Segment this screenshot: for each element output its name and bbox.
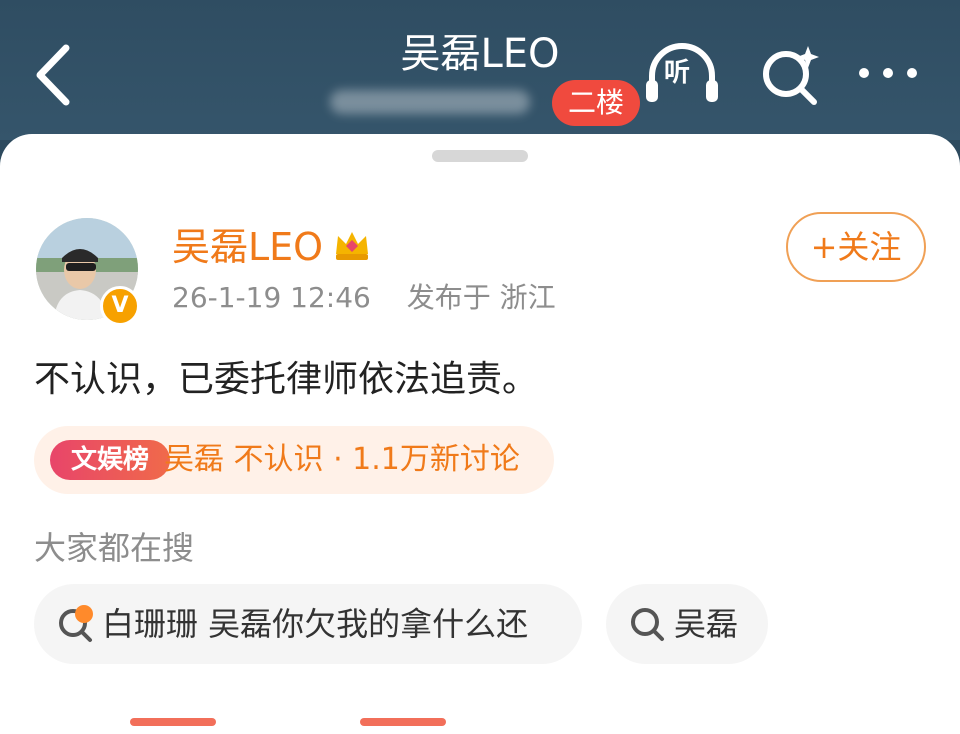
post-timestamp: 26-1-19 12:46 bbox=[172, 281, 371, 314]
search-button[interactable] bbox=[758, 42, 822, 106]
search-chip[interactable]: 白珊珊 吴磊你欠我的拿什么还 bbox=[34, 584, 582, 664]
more-button[interactable] bbox=[856, 58, 920, 88]
listen-button[interactable]: 听 bbox=[644, 42, 720, 106]
topic-text: 吴磊 不认识 · 1.1万新讨论 bbox=[164, 442, 520, 477]
search-chip-label: 吴磊 bbox=[674, 605, 739, 643]
post-location: 发布于 浙江 bbox=[406, 281, 556, 314]
listen-label: 听 bbox=[664, 58, 691, 88]
chevron-left-icon bbox=[36, 44, 70, 106]
search-chip-label: 白珊珊 吴磊你欠我的拿什么还 bbox=[102, 605, 529, 643]
search-sparkle-icon bbox=[763, 46, 819, 105]
drag-handle[interactable] bbox=[432, 150, 528, 162]
back-button[interactable] bbox=[30, 40, 86, 110]
hot-search-icon bbox=[59, 605, 93, 642]
page-title: 吴磊LEO bbox=[400, 31, 560, 77]
search-chip[interactable]: 吴磊 bbox=[606, 584, 768, 664]
more-dots-icon bbox=[859, 68, 917, 78]
next-content-peek bbox=[360, 718, 446, 726]
trending-topic-pill[interactable]: 文娱榜 吴磊 不认识 · 1.1万新讨论 bbox=[34, 426, 554, 494]
floor-badge[interactable]: 二楼 bbox=[552, 80, 640, 126]
author-name[interactable]: 吴磊LEO bbox=[172, 222, 323, 272]
crown-icon bbox=[336, 232, 368, 260]
verified-badge: V bbox=[100, 286, 140, 326]
post-sheet: V 吴磊LEO 26-1-19 12:46 发布于 浙江 +关注 不认识，已委托… bbox=[0, 134, 960, 734]
next-content-peek bbox=[130, 718, 216, 726]
top-bar: 吴磊LEO 二楼 听 bbox=[0, 0, 960, 140]
post-content: 不认识，已委托律师依法追责。 bbox=[34, 359, 539, 400]
section-label: 大家都在搜 bbox=[34, 529, 195, 567]
follow-button[interactable]: +关注 bbox=[786, 212, 926, 282]
post-meta: 26-1-19 12:46 发布于 浙江 bbox=[172, 278, 556, 318]
blurred-subtitle bbox=[330, 90, 530, 114]
topic-tag: 文娱榜 bbox=[50, 440, 170, 480]
search-icon bbox=[631, 608, 664, 641]
